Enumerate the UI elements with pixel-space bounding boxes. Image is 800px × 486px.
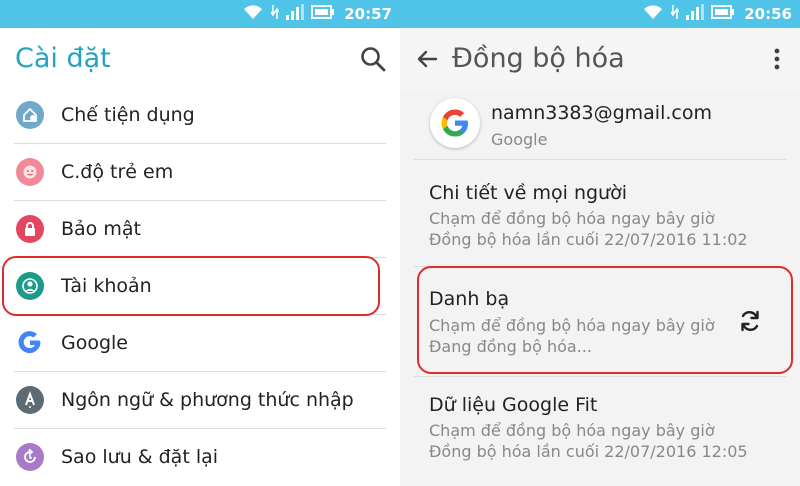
settings-item-label: C.độ trẻ em	[61, 161, 174, 183]
highlight-annotation	[417, 266, 793, 374]
battery-icon	[311, 4, 335, 24]
page-title: Đồng bộ hóa	[452, 43, 625, 74]
sync-item-hint: Chạm để đồng bộ hóa ngay bây giờ	[429, 209, 715, 228]
sync-item-status: Đồng bộ hóa lần cuối 22/07/2016 12:05	[429, 442, 748, 461]
language-icon	[16, 386, 44, 414]
search-button[interactable]	[356, 42, 390, 76]
search-icon	[361, 47, 386, 72]
sync-item-people-details[interactable]: Chi tiết về mọi người Chạm để đồng bộ hó…	[400, 160, 800, 266]
settings-item-kids-mode[interactable]: C.độ trẻ em	[0, 144, 400, 201]
status-bar: 20:56	[400, 0, 800, 28]
settings-item-label: Google	[61, 332, 129, 354]
app-bar: Cài đặt	[0, 28, 400, 90]
wifi-icon	[642, 4, 664, 24]
signal-icon	[686, 4, 705, 24]
settings-item-google[interactable]: Google	[0, 315, 400, 372]
sync-item-hint: Chạm để đồng bộ hóa ngay bây giờ	[429, 421, 715, 440]
account-header: namn3383@gmail.com Google	[400, 90, 800, 160]
sync-item-google-fit[interactable]: Dữ liệu Google Fit Chạm để đồng bộ hóa n…	[400, 378, 800, 484]
lock-icon	[16, 215, 44, 243]
google-icon	[16, 329, 44, 357]
settings-item-easy-mode[interactable]: Chế tiện dụng	[0, 87, 400, 144]
kids-mode-icon	[16, 158, 44, 186]
settings-item-label: Sao lưu & đặt lại	[61, 446, 219, 468]
easy-mode-icon	[16, 101, 44, 129]
signal-icon	[286, 4, 305, 24]
highlight-annotation	[2, 256, 380, 316]
sync-item-title: Chi tiết về mọi người	[429, 182, 628, 204]
sync-arrows-icon	[670, 4, 680, 24]
settings-panel: 20:57 Cài đặt Chế tiện dụng C.độ trẻ em	[0, 0, 400, 486]
settings-item-security[interactable]: Bảo mật	[0, 201, 400, 258]
status-time: 20:57	[344, 5, 392, 23]
page-title: Cài đặt	[15, 43, 111, 74]
status-bar: 20:57	[0, 0, 400, 28]
settings-item-label: Chế tiện dụng	[61, 104, 195, 126]
app-bar: Đồng bộ hóa	[400, 28, 800, 90]
more-options-button[interactable]	[760, 42, 794, 76]
sync-panel: 20:56 Đồng bộ hóa namn3383@gmail.com Goo…	[400, 0, 800, 486]
wifi-icon	[242, 4, 264, 24]
back-arrow-icon	[417, 50, 438, 68]
account-type: Google	[491, 130, 548, 149]
settings-item-backup[interactable]: Sao lưu & đặt lại	[0, 429, 400, 486]
google-logo	[430, 98, 480, 148]
settings-item-label: Bảo mật	[61, 218, 141, 240]
back-button[interactable]	[410, 42, 444, 76]
settings-item-label: Ngôn ngữ & phương thức nhập	[61, 389, 354, 411]
sync-item-title: Dữ liệu Google Fit	[429, 394, 598, 416]
sync-arrows-icon	[270, 4, 280, 24]
sync-item-status: Đồng bộ hóa lần cuối 22/07/2016 11:02	[429, 230, 748, 249]
settings-item-language[interactable]: Ngôn ngữ & phương thức nhập	[0, 372, 400, 429]
more-vert-icon	[774, 48, 780, 70]
status-time: 20:56	[744, 5, 792, 23]
battery-icon	[711, 4, 735, 24]
google-icon	[441, 109, 468, 137]
account-email: namn3383@gmail.com	[491, 102, 712, 124]
backup-icon	[16, 443, 44, 471]
